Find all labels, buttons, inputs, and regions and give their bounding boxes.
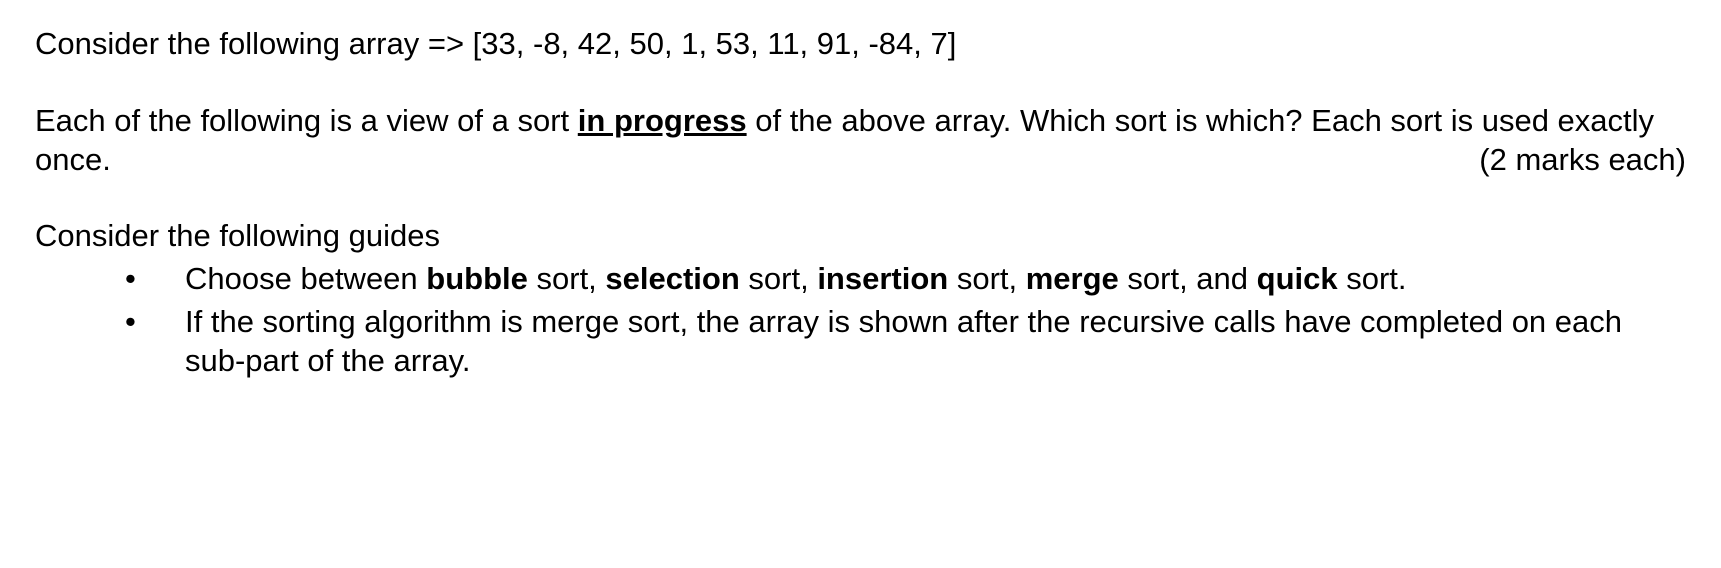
- text-segment: quick: [1257, 261, 1338, 296]
- prompt-part1: Each of the following is a view of a sor…: [35, 103, 578, 138]
- text-segment: insertion: [817, 261, 948, 296]
- marks-label: (2 marks each): [1479, 141, 1686, 180]
- text-segment: sort.: [1338, 261, 1407, 296]
- text-segment: bubble: [426, 261, 528, 296]
- text-segment: sort,: [528, 261, 606, 296]
- text-segment: sort, and: [1119, 261, 1257, 296]
- guides-heading: Consider the following guides: [35, 217, 1686, 256]
- text-segment: selection: [605, 261, 739, 296]
- in-progress-emphasis: in progress: [578, 103, 747, 138]
- question-prompt: Each of the following is a view of a sor…: [35, 102, 1686, 180]
- guide-bullet-1: Choose between bubble sort, selection so…: [125, 260, 1686, 299]
- intro-array-line: Consider the following array => [33, -8,…: [35, 25, 1686, 64]
- text-segment: Choose between: [185, 261, 426, 296]
- text-segment: merge: [1026, 261, 1119, 296]
- guide-bullet-2: If the sorting algorithm is merge sort, …: [125, 303, 1686, 381]
- text-segment: sort,: [948, 261, 1026, 296]
- guides-list: Choose between bubble sort, selection so…: [35, 260, 1686, 380]
- text-segment: If the sorting algorithm is merge sort, …: [185, 304, 1622, 378]
- question-document: Consider the following array => [33, -8,…: [0, 0, 1721, 404]
- text-segment: sort,: [740, 261, 818, 296]
